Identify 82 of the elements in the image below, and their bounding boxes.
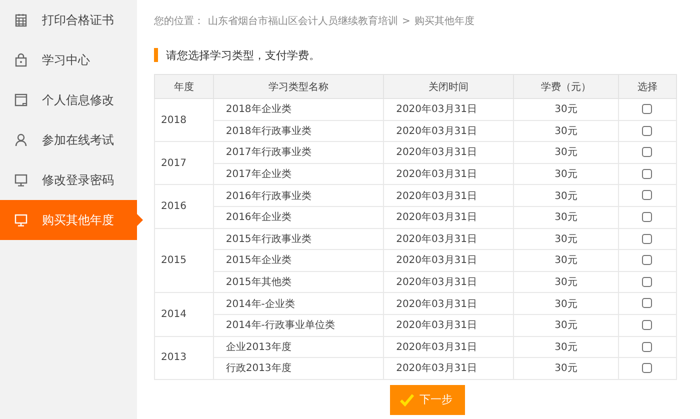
table-cell: 30元 (514, 336, 618, 358)
sidebar-item[interactable]: 修改登录密码 (0, 160, 137, 200)
heading-marker (154, 48, 158, 62)
table-cell: 2020年03月31日 (384, 98, 514, 120)
year-cell: 2014 (154, 292, 214, 336)
column-header: 年度 (154, 74, 214, 98)
table-cell: 2015年行政事业类 (213, 228, 384, 250)
sidebar-item[interactable]: 学习中心 (0, 40, 137, 80)
select-checkbox[interactable] (642, 234, 652, 244)
table-cell: 30元 (514, 142, 618, 164)
table-cell: 2020年03月31日 (384, 250, 514, 272)
select-checkbox[interactable] (642, 342, 652, 352)
table-cell: 2020年03月31日 (384, 184, 514, 206)
table-cell: 30元 (514, 250, 618, 272)
table-cell: 2018年行政事业类 (213, 120, 384, 142)
column-header: 选择 (618, 74, 676, 98)
table-cell: 2020年03月31日 (384, 358, 514, 380)
breadcrumb-separator: > (402, 16, 410, 26)
year-cell: 2013 (154, 336, 214, 380)
table-cell: 2020年03月31日 (384, 292, 514, 314)
table-cell: 2020年03月31日 (384, 142, 514, 164)
sidebar-item[interactable]: 参加在线考试 (0, 120, 137, 160)
year-cell: 2017 (154, 142, 214, 185)
table-cell: 2020年03月31日 (384, 120, 514, 142)
select-checkbox[interactable] (642, 147, 652, 158)
check-icon (400, 392, 414, 407)
table-cell: 2020年03月31日 (384, 271, 514, 293)
table-cell: 30元 (514, 120, 618, 142)
column-header: 学费（元） (514, 74, 618, 98)
calendar-icon (14, 13, 28, 27)
select-checkbox[interactable] (642, 298, 652, 308)
column-header: 关闭时间 (384, 74, 514, 98)
table-cell: 30元 (514, 98, 618, 120)
person-icon (14, 133, 28, 147)
table-cell: 30元 (514, 228, 618, 250)
year-cell: 2018 (154, 98, 214, 142)
monitor-icon (14, 213, 28, 227)
select-checkbox[interactable] (642, 168, 652, 179)
table-cell: 30元 (514, 271, 618, 293)
table-cell: 2015年其他类 (213, 271, 384, 293)
select-checkbox[interactable] (642, 255, 652, 266)
select-checkbox[interactable] (642, 126, 652, 136)
table-cell: 30元 (514, 292, 618, 314)
table-cell: 2018年企业类 (213, 98, 384, 120)
table-cell: 2020年03月31日 (384, 163, 514, 185)
table-cell: 2017年行政事业类 (213, 142, 384, 164)
window-icon (14, 93, 28, 107)
year-cell: 2015 (154, 228, 214, 293)
monitor-icon (14, 173, 28, 187)
table-cell: 30元 (514, 314, 618, 336)
table-cell: 行政2013年度 (213, 358, 384, 380)
breadcrumb-label: 您的位置： (154, 14, 204, 28)
table-cell: 2016年行政事业类 (213, 184, 384, 206)
table-cell: 2014年-企业类 (213, 292, 384, 314)
table-cell: 2020年03月31日 (384, 314, 514, 336)
lock-icon (14, 53, 28, 67)
table-cell: 2020年03月31日 (384, 336, 514, 358)
table-cell: 2017年企业类 (213, 163, 384, 185)
sidebar-item[interactable]: 个人信息修改 (0, 80, 137, 120)
table-cell: 30元 (514, 358, 618, 380)
select-checkbox[interactable] (642, 190, 652, 200)
pointer-icon (137, 214, 143, 226)
breadcrumb-current: 购买其他年度 (414, 14, 474, 28)
year-cell: 2016 (154, 184, 214, 228)
breadcrumb-link[interactable]: 山东省烟台市福山区会计人员继续教育培训 (208, 14, 398, 28)
select-checkbox[interactable] (642, 212, 652, 222)
select-checkbox[interactable] (642, 320, 652, 330)
table-cell: 2020年03月31日 (384, 206, 514, 228)
table-cell: 2015年企业类 (213, 250, 384, 272)
table-cell: 2020年03月31日 (384, 228, 514, 250)
sidebar-item[interactable]: 打印合格证书 (0, 0, 137, 40)
table-cell: 企业2013年度 (213, 336, 384, 358)
table-cell: 2014年-行政事业单位类 (213, 314, 384, 336)
table-cell: 30元 (514, 163, 618, 185)
table-cell: 30元 (514, 184, 618, 206)
table-cell: 2016年企业类 (213, 206, 384, 228)
select-checkbox[interactable] (642, 363, 652, 374)
table-cell: 30元 (514, 206, 618, 228)
section-heading: 请您选择学习类型，支付学费。 (166, 48, 320, 62)
select-checkbox[interactable] (642, 104, 652, 114)
select-checkbox[interactable] (642, 276, 652, 287)
column-header: 学习类型名称 (213, 74, 384, 98)
